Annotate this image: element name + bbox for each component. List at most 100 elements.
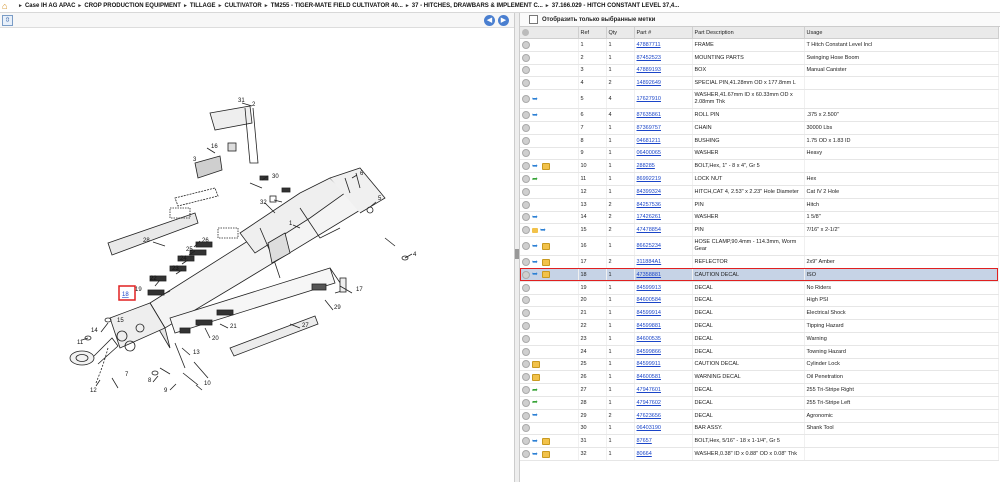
- arrow-icon[interactable]: ➥: [532, 112, 540, 119]
- table-row[interactable]: 7 1 87369757 CHAIN 30000 Lbs: [520, 121, 999, 135]
- part-number-link[interactable]: 86992219: [637, 176, 661, 182]
- part-number-link[interactable]: 84257536: [637, 202, 661, 208]
- package-icon[interactable]: [542, 437, 550, 445]
- part-number-link[interactable]: 84599866: [637, 349, 661, 355]
- cell-part[interactable]: 86992219: [634, 172, 693, 186]
- part-number-link[interactable]: 84600581: [637, 374, 661, 380]
- cell-part[interactable]: 84599914: [634, 306, 693, 321]
- info-icon[interactable]: [522, 309, 530, 318]
- cell-part[interactable]: 47887711: [634, 38, 693, 52]
- info-icon[interactable]: [522, 322, 530, 331]
- breadcrumb-item[interactable]: CROP PRODUCTION EQUIPMENT: [84, 3, 181, 9]
- folder-icon[interactable]: [532, 227, 538, 233]
- part-number-link[interactable]: 87635861: [637, 112, 661, 118]
- breadcrumb-item[interactable]: Case IH AG APAC: [25, 3, 75, 9]
- cell-part[interactable]: 84600535: [634, 332, 693, 346]
- table-row[interactable]: 13 2 84257536 PIN Hitch: [520, 198, 999, 212]
- info-icon[interactable]: [522, 296, 530, 305]
- cell-part[interactable]: 47623656: [634, 409, 693, 423]
- part-number-link[interactable]: 06403190: [637, 425, 661, 431]
- cell-part[interactable]: 84399324: [634, 185, 693, 199]
- info-icon[interactable]: [522, 398, 530, 407]
- info-icon[interactable]: [522, 40, 530, 49]
- info-icon[interactable]: [522, 386, 530, 395]
- cell-part[interactable]: 84599911: [634, 358, 693, 372]
- cell-part[interactable]: 47947601: [634, 383, 693, 397]
- table-row[interactable]: 23 1 84600535 DECAL Warning: [520, 332, 999, 346]
- cell-part[interactable]: 84257536: [634, 198, 693, 212]
- cell-part[interactable]: 17627910: [634, 89, 693, 110]
- arrow-icon[interactable]: ➥: [532, 96, 540, 103]
- info-icon[interactable]: [522, 242, 530, 251]
- table-row[interactable]: 8 1 04681211 BUSHING 1.75 OD x 1.83 ID: [520, 134, 999, 148]
- part-number-link[interactable]: 47478854: [637, 227, 661, 233]
- col-part[interactable]: Part #: [634, 27, 693, 39]
- table-row[interactable]: 3 1 47889193 BOX Manual Canister: [520, 64, 999, 78]
- info-icon[interactable]: [522, 373, 530, 382]
- part-number-link[interactable]: 17627910: [637, 96, 661, 102]
- part-number-link[interactable]: 47947601: [637, 387, 661, 393]
- info-icon[interactable]: [522, 149, 530, 158]
- cell-part[interactable]: 84599913: [634, 281, 693, 295]
- green-arrow-icon[interactable]: ➦: [532, 399, 540, 406]
- part-number-link[interactable]: 84600535: [637, 336, 661, 342]
- cell-part[interactable]: 311884A1: [634, 255, 693, 269]
- table-row[interactable]: 19 1 84599913 DECAL No Riders: [520, 281, 999, 295]
- cell-part[interactable]: 87635861: [634, 108, 693, 122]
- cell-part[interactable]: 06400065: [634, 147, 693, 161]
- info-icon[interactable]: [522, 136, 530, 145]
- cell-part[interactable]: 47358881: [634, 268, 693, 282]
- cell-part[interactable]: 47478854: [634, 223, 693, 238]
- cell-part[interactable]: 87452523: [634, 51, 693, 65]
- info-icon[interactable]: [522, 95, 530, 104]
- info-icon[interactable]: [522, 437, 530, 446]
- prev-page-icon[interactable]: ◀: [484, 15, 495, 26]
- package-icon[interactable]: [532, 360, 540, 368]
- part-number-link[interactable]: 06400065: [637, 150, 661, 156]
- breadcrumb-item[interactable]: 37.166.029 - HITCH CONSTANT LEVEL 37,4..…: [552, 3, 680, 9]
- part-number-link[interactable]: 84399324: [637, 189, 661, 195]
- part-number-link[interactable]: 47947602: [637, 400, 661, 406]
- info-icon[interactable]: [522, 360, 530, 369]
- table-row[interactable]: 20 1 84600584 DECAL High PSI: [520, 294, 999, 308]
- part-number-link[interactable]: 87452523: [637, 55, 661, 61]
- package-icon[interactable]: [542, 450, 550, 458]
- home-icon[interactable]: ⌂: [2, 1, 12, 11]
- part-number-link[interactable]: 87369757: [637, 125, 661, 131]
- part-number-link[interactable]: 47623656: [637, 413, 661, 419]
- table-row[interactable]: 21 1 84599914 DECAL Electrical Shock: [520, 306, 999, 321]
- cell-part[interactable]: 84599881: [634, 319, 693, 333]
- table-row[interactable]: ➥ 32 1 80664 WASHER,0.38" ID x 0.88" OD x 0.…: [520, 447, 999, 461]
- part-number-link[interactable]: 86625234: [637, 243, 661, 249]
- arrow-icon[interactable]: ➥: [540, 227, 548, 234]
- part-number-link[interactable]: 84600584: [637, 297, 661, 303]
- breadcrumb-item[interactable]: CULTIVATOR: [225, 3, 262, 9]
- arrow-icon[interactable]: ➥: [532, 451, 540, 458]
- part-number-link[interactable]: 17426261: [637, 214, 661, 220]
- info-icon[interactable]: [522, 334, 530, 343]
- green-arrow-icon[interactable]: ➦: [532, 176, 540, 183]
- table-row[interactable]: ➦ 11 1 86992219 LOCK NUT Hex: [520, 172, 999, 186]
- col-usage[interactable]: Usage: [804, 27, 999, 39]
- cell-part[interactable]: 84600584: [634, 294, 693, 308]
- cell-part[interactable]: 06403190: [634, 422, 693, 436]
- table-row[interactable]: ➥ 10 1 288285 BOLT,Hex, 1" - 8 x 4", Gr 5: [520, 159, 999, 174]
- part-number-link[interactable]: 47889193: [637, 67, 661, 73]
- package-icon[interactable]: [542, 242, 550, 250]
- info-icon[interactable]: [522, 226, 530, 235]
- info-icon[interactable]: [522, 200, 530, 209]
- table-row[interactable]: 4 2 14892649 SPECIAL PIN,41.28mm OD x 177.8…: [520, 76, 999, 91]
- table-row[interactable]: ➥ 5 4 17627910 WASHER,41.67mm ID x 60.33mm O…: [520, 89, 999, 110]
- breadcrumb-item[interactable]: TM255 - TIGER-MATE FIELD CULTIVATOR 40..…: [271, 3, 403, 9]
- info-icon[interactable]: [522, 53, 530, 62]
- col-desc[interactable]: Part Description: [692, 27, 805, 39]
- cell-part[interactable]: 47947602: [634, 396, 693, 410]
- info-icon[interactable]: [522, 270, 530, 279]
- package-icon[interactable]: [542, 271, 550, 279]
- table-row[interactable]: 26 1 84600581 WARNING DECAL Oil Penetration: [520, 370, 999, 385]
- arrow-icon[interactable]: ➥: [532, 214, 540, 221]
- info-icon[interactable]: [522, 111, 530, 120]
- cell-part[interactable]: 87369757: [634, 121, 693, 135]
- info-icon[interactable]: [522, 213, 530, 222]
- table-row[interactable]: 22 1 84599881 DECAL Tipping Hazard: [520, 319, 999, 333]
